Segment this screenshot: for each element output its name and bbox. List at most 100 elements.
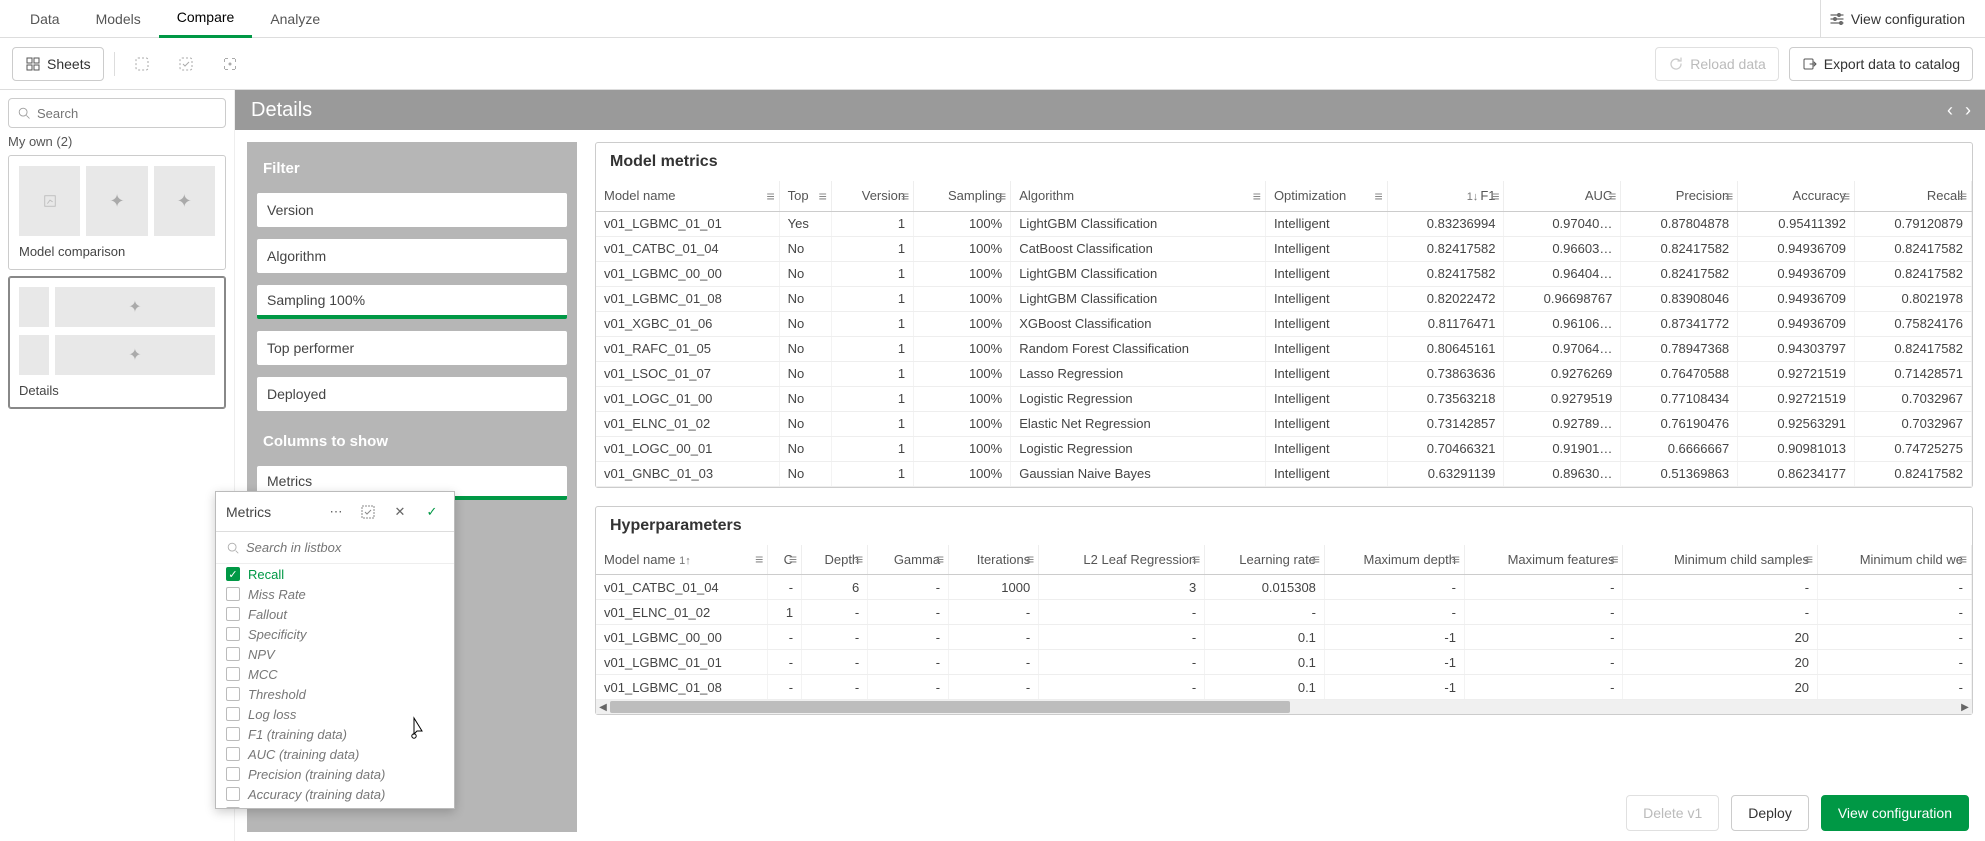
table-row[interactable]: v01_LSOC_01_07No1100%Lasso RegressionInt… [596,361,1972,386]
column-menu-icon[interactable]: ≡ [1374,188,1382,204]
col-top[interactable]: Top≡ [779,181,831,211]
scroll-right-icon[interactable]: ▶ [1958,700,1972,714]
more-icon[interactable]: ⋯ [324,500,348,524]
metrics-option[interactable]: MCC [216,664,454,684]
tab-analyze[interactable]: Analyze [252,0,338,38]
nav-next-icon[interactable]: › [1961,100,1975,121]
metrics-option[interactable]: Fallout [216,604,454,624]
column-menu-icon[interactable]: ≡ [936,551,944,567]
col-maximum-depth[interactable]: Maximum depth ≡ [1324,545,1464,575]
sheets-button[interactable]: Sheets [12,47,104,81]
table-row[interactable]: v01_CATBC_01_04No1100%CatBoost Classific… [596,236,1972,261]
col-minimum-child-we[interactable]: Minimum child we ≡ [1818,545,1972,575]
thumb-details[interactable]: ✦ ✦ Details [8,276,226,409]
toolbar-icon-2[interactable] [169,47,203,81]
col-learning-rate[interactable]: Learning rate ≡ [1205,545,1325,575]
filter-deployed[interactable]: Deployed [257,377,567,411]
table-row[interactable]: v01_LGBMC_00_00-----0.1-1-20- [596,625,1972,650]
nav-prev-icon[interactable]: ‹ [1943,100,1957,121]
table-row[interactable]: v01_LGBMC_01_01-----0.1-1-20- [596,650,1972,675]
table-row[interactable]: v01_LGBMC_01_08-----0.1-1-20- [596,675,1972,700]
metrics-option[interactable]: AUC (training data) [216,744,454,764]
metrics-option[interactable]: F1 (training data) [216,724,454,744]
metrics-option[interactable]: Accuracy (training data) [216,784,454,804]
table-row[interactable]: v01_RAFC_01_05No1100%Random Forest Class… [596,336,1972,361]
table-row[interactable]: v01_XGBC_01_06No1100%XGBoost Classificat… [596,311,1972,336]
metrics-option[interactable]: NPV [216,644,454,664]
table-row[interactable]: v01_GNBC_01_03No1100%Gaussian Naive Baye… [596,461,1972,486]
column-menu-icon[interactable]: ≡ [1026,551,1034,567]
col-model-name[interactable]: Model name 1↑≡ [596,545,768,575]
horizontal-scrollbar[interactable]: ◀ ▶ [596,700,1972,714]
toolbar-icon-1[interactable] [125,47,159,81]
col-optimization[interactable]: Optimization≡ [1265,181,1387,211]
metrics-option[interactable]: Miss Rate [216,584,454,604]
col-accuracy[interactable]: Accuracy≡ [1738,181,1855,211]
column-menu-icon[interactable]: ≡ [1842,188,1850,204]
search-box[interactable] [8,98,226,128]
col-auc[interactable]: AUC≡ [1504,181,1621,211]
col-l2-leaf-regression[interactable]: L2 Leaf Regression ≡ [1039,545,1205,575]
tab-models[interactable]: Models [78,0,159,38]
metrics-option[interactable]: Threshold [216,684,454,704]
close-icon[interactable]: ✕ [388,500,412,524]
export-data-button[interactable]: Export data to catalog [1789,47,1973,81]
column-menu-icon[interactable]: ≡ [1253,188,1261,204]
col-c[interactable]: C ≡ [768,545,802,575]
column-menu-icon[interactable]: ≡ [819,188,827,204]
table-row[interactable]: v01_ELNC_01_021--------- [596,600,1972,625]
col-model-name[interactable]: Model name≡ [596,181,779,211]
view-configuration-link[interactable]: View configuration [1820,0,1973,38]
metrics-list[interactable]: ✓RecallMiss RateFalloutSpecificityNPVMCC… [216,564,454,808]
column-menu-icon[interactable]: ≡ [1725,188,1733,204]
metrics-option[interactable]: Recall (training data) [216,804,454,808]
column-menu-icon[interactable]: ≡ [998,188,1006,204]
col-version[interactable]: Version≡ [831,181,913,211]
column-menu-icon[interactable]: ≡ [1312,551,1320,567]
filter-sampling[interactable]: Sampling 100% [257,285,567,319]
deploy-button[interactable]: Deploy [1731,795,1809,831]
scroll-left-icon[interactable]: ◀ [596,700,610,714]
col-maximum-features[interactable]: Maximum features ≡ [1464,545,1623,575]
col-f1[interactable]: 1↓F1≡ [1387,181,1504,211]
thumb-model-comparison[interactable]: ✦ ✦ Model comparison [8,155,226,270]
toolbar-icon-3[interactable] [213,47,247,81]
column-menu-icon[interactable]: ≡ [1959,188,1967,204]
table-row[interactable]: v01_CATBC_01_04-6-100030.015308---- [596,575,1972,600]
metrics-search-input[interactable] [246,540,444,555]
column-menu-icon[interactable]: ≡ [1491,188,1499,204]
search-input[interactable] [37,106,217,121]
col-recall[interactable]: Recall≡ [1855,181,1972,211]
table-row[interactable]: v01_ELNC_01_02No1100%Elastic Net Regress… [596,411,1972,436]
table-row[interactable]: v01_LOGC_01_00No1100%Logistic Regression… [596,386,1972,411]
col-precision[interactable]: Precision≡ [1621,181,1738,211]
tab-data[interactable]: Data [12,0,78,38]
col-algorithm[interactable]: Algorithm≡ [1011,181,1266,211]
column-menu-icon[interactable]: ≡ [901,188,909,204]
scroll-thumb[interactable] [610,701,1290,713]
column-menu-icon[interactable]: ≡ [1610,551,1618,567]
tab-compare[interactable]: Compare [159,0,253,38]
filter-algorithm[interactable]: Algorithm [257,239,567,273]
col-gamma[interactable]: Gamma ≡ [868,545,949,575]
column-menu-icon[interactable]: ≡ [789,551,797,567]
col-sampling[interactable]: Sampling≡ [914,181,1011,211]
table-row[interactable]: v01_LGBMC_01_01Yes1100%LightGBM Classifi… [596,211,1972,236]
table-row[interactable]: v01_LOGC_00_01No1100%Logistic Regression… [596,436,1972,461]
col-depth[interactable]: Depth ≡ [802,545,868,575]
table-row[interactable]: v01_LGBMC_01_08No1100%LightGBM Classific… [596,286,1972,311]
col-iterations[interactable]: Iterations ≡ [949,545,1039,575]
column-menu-icon[interactable]: ≡ [1192,551,1200,567]
metrics-option[interactable]: Precision (training data) [216,764,454,784]
confirm-icon[interactable]: ✓ [420,500,444,524]
column-menu-icon[interactable]: ≡ [1805,551,1813,567]
column-menu-icon[interactable]: ≡ [855,551,863,567]
metrics-option[interactable]: ✓Recall [216,564,454,584]
col-minimum-child-samples[interactable]: Minimum child samples ≡ [1623,545,1818,575]
view-configuration-button[interactable]: View configuration [1821,795,1969,831]
column-menu-icon[interactable]: ≡ [1608,188,1616,204]
column-menu-icon[interactable]: ≡ [767,188,775,204]
filter-version[interactable]: Version [257,193,567,227]
column-menu-icon[interactable]: ≡ [1959,551,1967,567]
filter-top[interactable]: Top performer [257,331,567,365]
